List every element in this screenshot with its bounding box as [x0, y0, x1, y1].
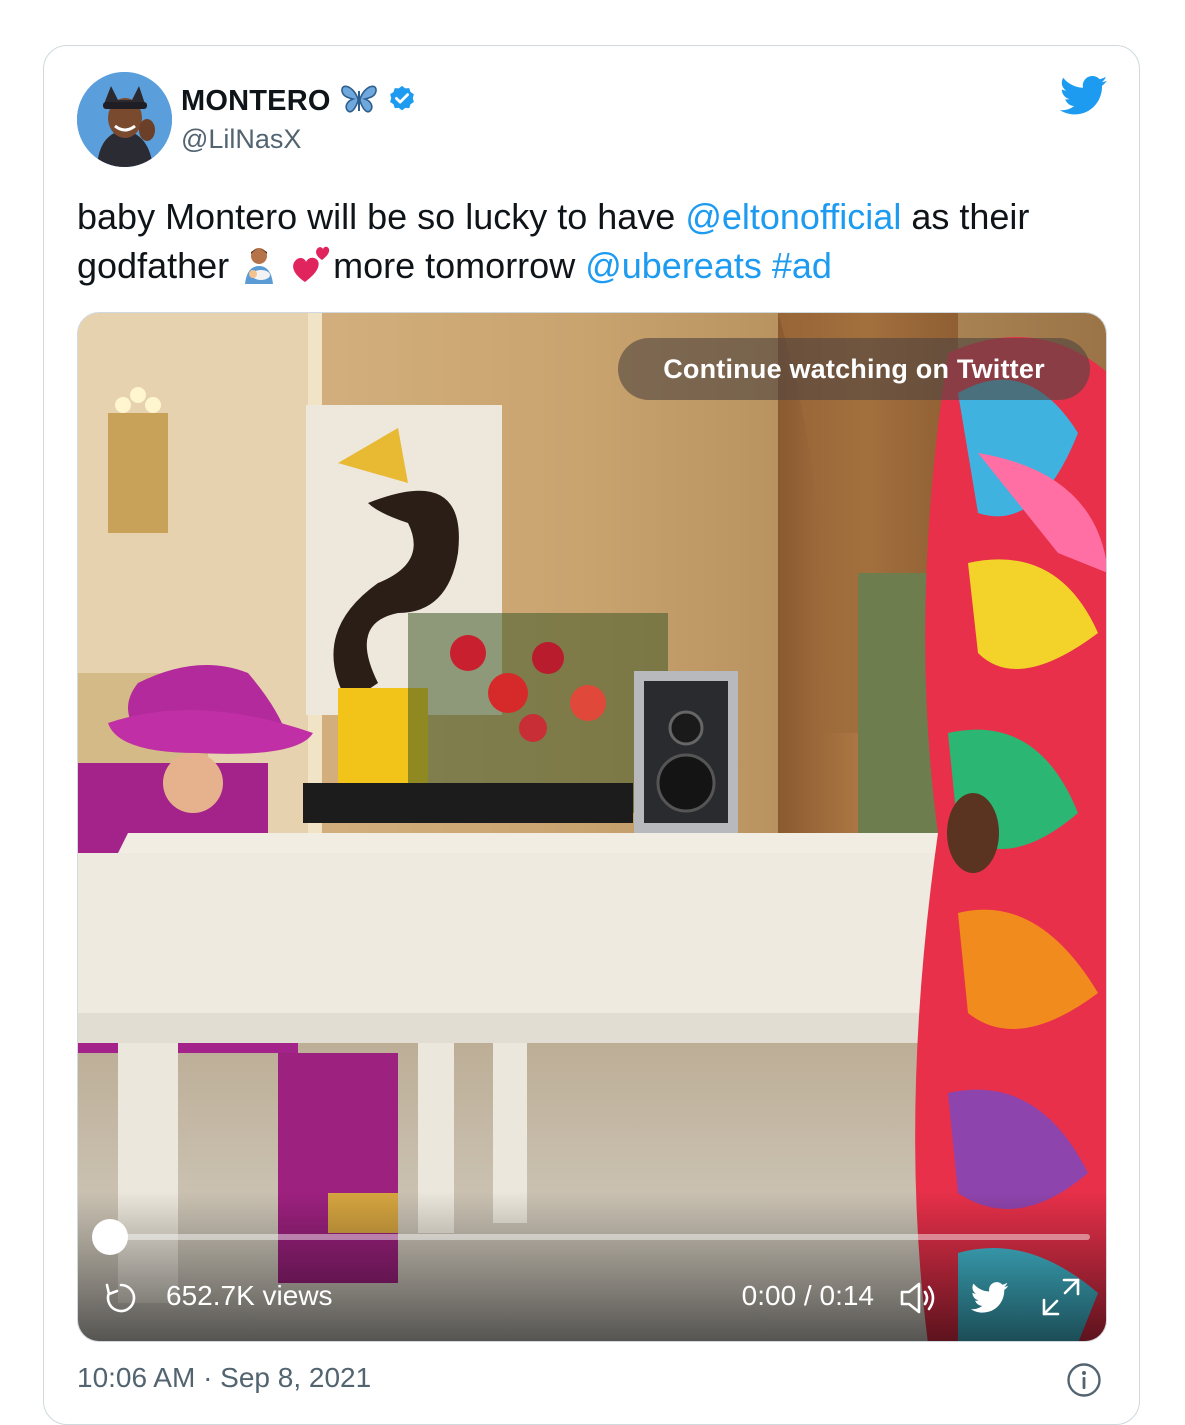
video-frame [78, 313, 1106, 1341]
verified-badge-icon [387, 84, 417, 119]
mention-link[interactable]: @eltonofficial [685, 196, 901, 237]
butterfly-icon [339, 83, 379, 120]
tweet-text-part: more tomorrow [333, 245, 586, 286]
man-feeding-baby-emoji-icon [239, 244, 279, 296]
replay-icon[interactable] [104, 1281, 138, 1315]
tweet-text-part: baby Montero will be so lucky to have [77, 196, 686, 237]
volume-icon[interactable] [898, 1279, 940, 1317]
twitter-bird-icon[interactable] [970, 1281, 1009, 1315]
view-count: 652.7K views [166, 1280, 333, 1311]
two-hearts-emoji-icon [289, 244, 333, 296]
tweet-timestamp[interactable]: 10:06 AM · Sep 8, 2021 [77, 1362, 371, 1394]
display-name[interactable]: MONTERO [181, 85, 331, 118]
continue-watching-button[interactable]: Continue watching on Twitter [618, 338, 1090, 400]
progress-bar[interactable] [108, 1234, 1090, 1240]
expand-icon[interactable] [1040, 1276, 1082, 1318]
hashtag-link[interactable]: #ad [772, 245, 832, 286]
tweet-text: baby Montero will be so lucky to have @e… [77, 192, 1077, 296]
mention-link[interactable]: @ubereats [585, 245, 762, 286]
author-handle[interactable]: @LilNasX [181, 124, 301, 155]
author-name-row[interactable]: MONTERO [181, 83, 417, 119]
video-player[interactable]: Continue watching on Twitter 652.7K view… [77, 312, 1107, 1342]
info-icon[interactable] [1066, 1362, 1102, 1398]
time-readout: 0:00 / 0:14 [741, 1280, 874, 1311]
avatar[interactable] [77, 72, 172, 167]
progress-thumb[interactable] [92, 1219, 128, 1255]
twitter-bird-icon[interactable] [1059, 76, 1108, 116]
controls-shade [78, 1191, 1106, 1341]
